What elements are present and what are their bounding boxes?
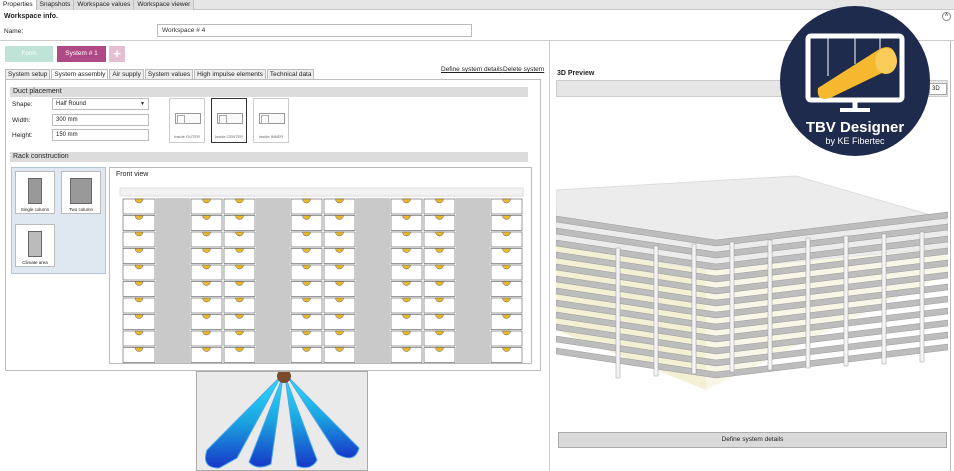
tbv-designer-logo: TBV Designer by KE Fibertec	[780, 6, 930, 156]
add-system-button[interactable]: +	[109, 46, 125, 62]
placement-inside-outer[interactable]: Inside OUTER	[169, 98, 205, 143]
width-label: Width:	[12, 117, 31, 124]
height-input[interactable]: 150 mm	[52, 129, 149, 141]
rack-caption: Climate area	[22, 260, 48, 265]
right-border	[950, 41, 951, 471]
tab-workspace-values[interactable]: Workspace values	[74, 0, 135, 10]
airflow-simulation-image	[196, 371, 368, 471]
form-button[interactable]: Form	[5, 46, 53, 62]
rack-panel	[881, 233, 887, 365]
rack-panel	[691, 243, 697, 375]
tab-high-impulse-elements[interactable]: High impulse elements	[194, 69, 266, 79]
rack-construction-heading: Rack construction	[10, 152, 528, 162]
system-subtabs: System setup System assembly Air supply …	[5, 69, 315, 79]
rack-two-column[interactable]: Two column	[61, 171, 101, 214]
duct-thumbnail	[175, 113, 201, 124]
rack-panel	[843, 235, 849, 367]
shape-select[interactable]: Half Round ▼	[52, 98, 149, 110]
define-system-details-button[interactable]: Define system details	[558, 432, 947, 448]
rack-caption: Two column	[68, 207, 93, 212]
width-input[interactable]: 300 mm	[52, 114, 149, 126]
front-view-diagram	[119, 187, 524, 363]
tab-system-values[interactable]: System values	[144, 69, 194, 79]
tab-air-supply[interactable]: Air supply	[109, 69, 144, 79]
rack-panel	[805, 237, 811, 369]
aisle	[256, 198, 290, 363]
tab-snapshots[interactable]: Snapshots	[36, 0, 75, 10]
rack-options: Single column Two column Climate area	[11, 167, 106, 274]
aisle	[456, 198, 490, 363]
tab-technical-data[interactable]: Technical data	[266, 69, 315, 79]
rack-single-column[interactable]: Single column	[15, 171, 55, 214]
airflow-plume-graphic	[205, 372, 360, 469]
workspace-info-heading: Workspace info.	[4, 13, 58, 20]
logo-subtitle: by KE Fibertec	[825, 136, 885, 146]
rack-caption: Single column	[20, 207, 50, 212]
duct-placement-heading: Duct placement	[10, 87, 528, 97]
placement-inside-inner[interactable]: Inside INNER	[253, 98, 289, 143]
rack-panel	[729, 241, 735, 373]
aisle	[156, 198, 190, 363]
tab-system-setup[interactable]: System setup	[5, 69, 51, 79]
placement-caption: Inside INNER	[258, 134, 284, 139]
define-system-details-link[interactable]: Define system details	[441, 66, 503, 73]
tab-workspace-viewer[interactable]: Workspace viewer	[134, 0, 195, 10]
shape-label: Shape:	[12, 101, 33, 108]
single-column-icon	[28, 178, 42, 204]
tab-properties[interactable]: Properties	[0, 0, 37, 10]
placement-caption: Inside CENTER	[214, 134, 244, 139]
collapse-icon[interactable]: ˄	[942, 12, 951, 21]
rack-panel	[767, 239, 773, 371]
delete-system-link[interactable]: Delete system	[503, 66, 544, 73]
duct-thumbnail	[217, 113, 243, 124]
preview-title: 3D Preview	[557, 70, 595, 77]
rack-panel	[653, 245, 659, 377]
name-label: Name:	[4, 28, 24, 35]
chevron-down-icon: ▼	[140, 101, 145, 107]
logo-title: TBV Designer	[805, 119, 905, 136]
system-1-button[interactable]: System # 1	[57, 46, 106, 62]
shape-value: Half Round	[56, 101, 87, 107]
aisle	[356, 198, 390, 363]
climate-area-icon	[28, 231, 42, 257]
monitor-icon	[805, 33, 905, 112]
two-column-icon	[70, 178, 92, 204]
tab-system-assembly[interactable]: System assembly	[51, 69, 109, 79]
rack-panel	[919, 231, 925, 363]
workspace-name-input[interactable]: Workspace # 4	[157, 24, 472, 37]
rack-panel	[615, 247, 621, 379]
height-label: Height:	[12, 132, 33, 139]
view-mode-select[interactable]: 3D	[929, 83, 947, 95]
front-view-panel: Front view	[109, 167, 532, 364]
duct-thumbnail	[259, 113, 285, 124]
placement-caption: Inside OUTER	[174, 134, 200, 139]
placement-inside-center[interactable]: Inside CENTER	[211, 98, 247, 143]
rack-climate-area[interactable]: Climate area	[15, 224, 55, 267]
panel-splitter[interactable]	[549, 41, 550, 471]
